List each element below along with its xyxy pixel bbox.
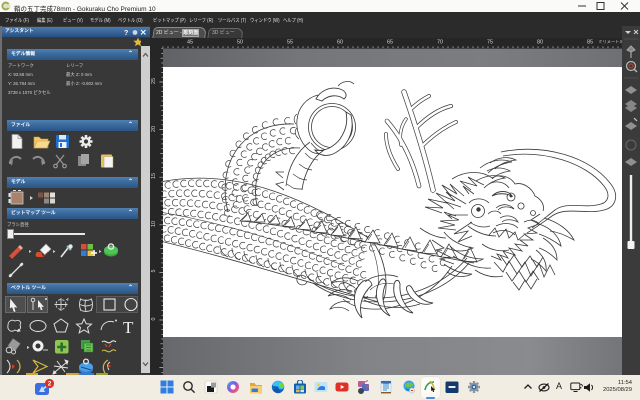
svg-text:80: 80 xyxy=(537,39,543,45)
svg-text:55: 55 xyxy=(287,39,293,45)
svg-text:10: 10 xyxy=(151,221,157,227)
svg-text:50: 50 xyxy=(237,39,243,45)
svg-text:5: 5 xyxy=(151,270,157,273)
svg-text:70: 70 xyxy=(437,39,443,45)
svg-text:15: 15 xyxy=(151,173,157,179)
svg-text:20: 20 xyxy=(151,126,157,132)
svg-text:T: T xyxy=(123,318,134,336)
svg-text:85: 85 xyxy=(587,39,593,45)
svg-text:45: 45 xyxy=(187,39,193,45)
svg-text:?: ? xyxy=(124,30,128,36)
svg-text:ミリメートル: ミリメートル xyxy=(598,39,623,44)
svg-text:0: 0 xyxy=(151,318,157,321)
svg-text:65: 65 xyxy=(387,39,393,45)
svg-text:25: 25 xyxy=(151,78,157,84)
svg-text:75: 75 xyxy=(487,39,493,45)
svg-text:2: 2 xyxy=(48,381,52,388)
svg-text:60: 60 xyxy=(337,39,343,45)
